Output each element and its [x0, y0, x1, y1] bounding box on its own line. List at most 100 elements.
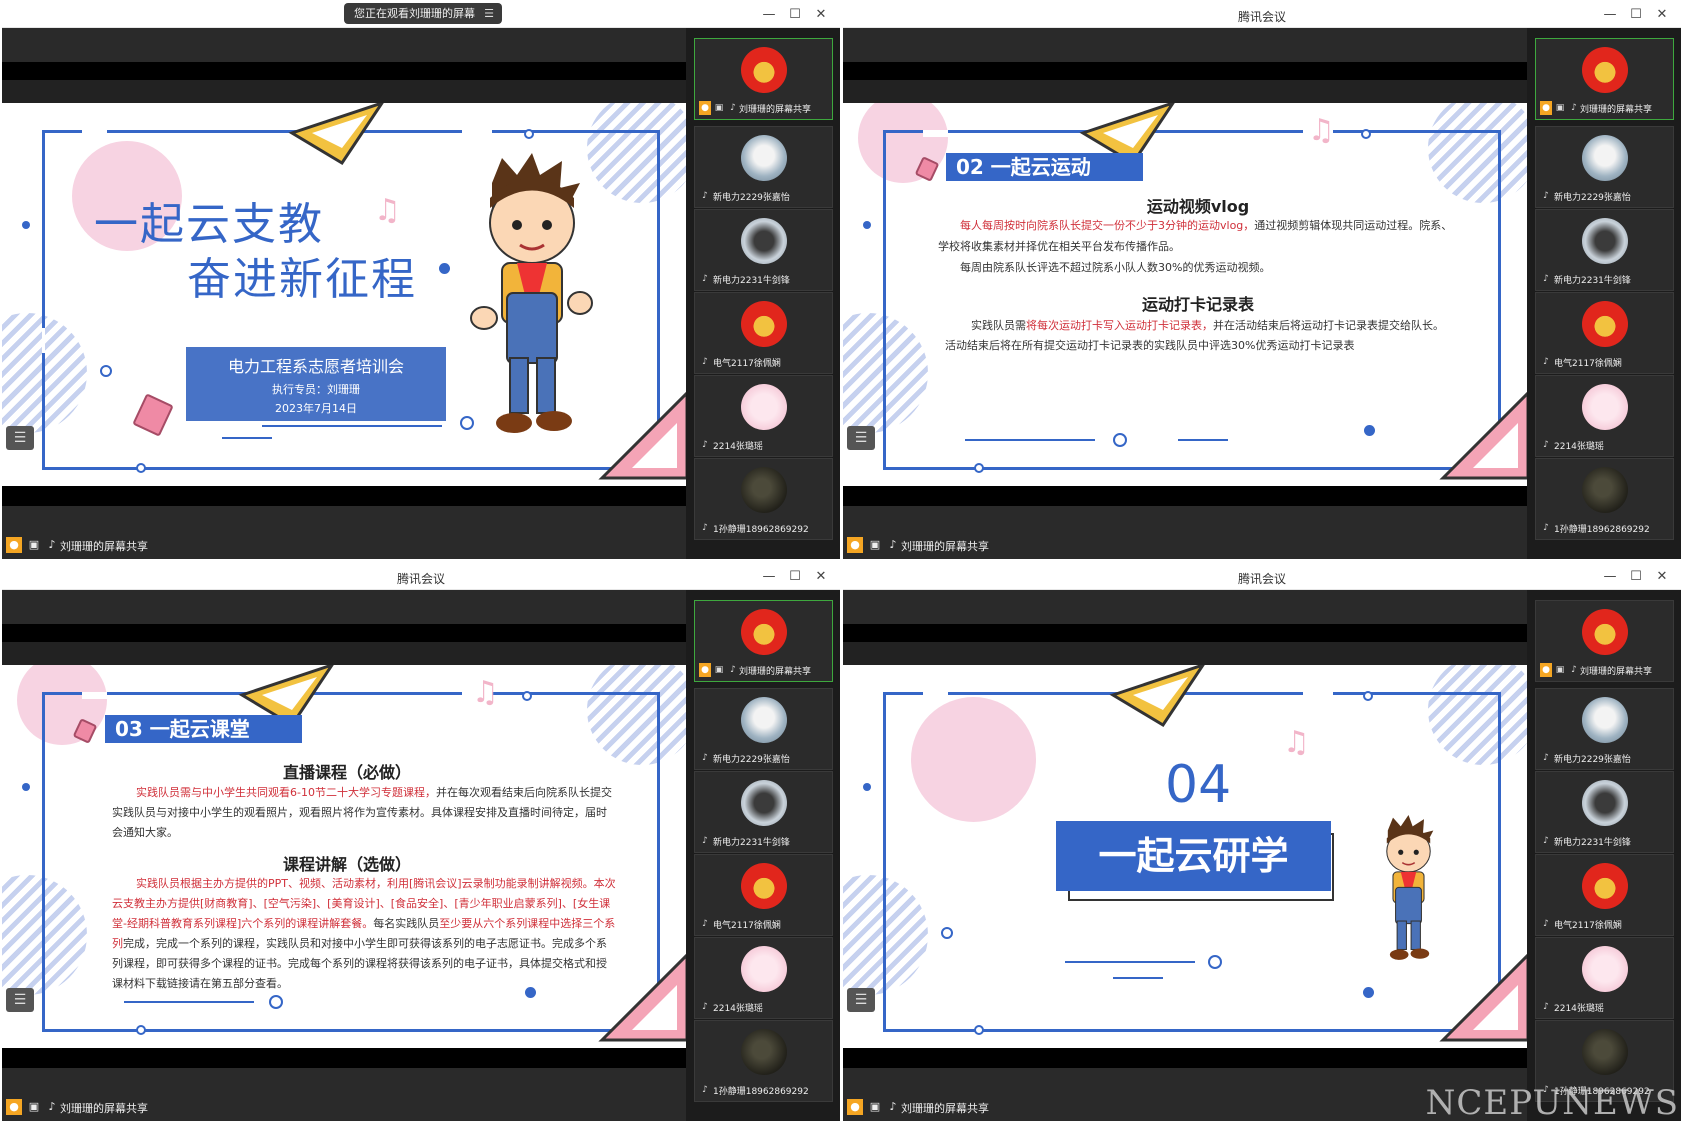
mic-icon: ♪	[1571, 103, 1577, 113]
participant-tile[interactable]: ♪ 新电力2231牛剑锋	[694, 209, 833, 291]
mic-icon[interactable]: ♪	[885, 1099, 901, 1115]
live-course-paragraph: 实践队员需与中小学生共同观看6-10节二十大学习专题课程，并在每次观看结束后向院…	[112, 786, 612, 839]
participant-tile[interactable]: ♪ 新电力2231牛剑锋	[1535, 209, 1674, 291]
participant-tile[interactable]: ♪ 新电力2229张嘉怡	[1535, 688, 1674, 770]
maximize-button[interactable]: ☐	[784, 5, 806, 25]
slide-cloud-study-tour: ♫ 04 一起云研学	[843, 665, 1527, 1048]
mist-avatar-icon	[741, 135, 787, 181]
subheading-course-lecture: 课程讲解（选做）	[282, 855, 411, 874]
mic-icon: ♪	[730, 665, 736, 675]
status-text: 刘珊珊的屏幕共享	[901, 1102, 989, 1115]
person-icon: ●	[699, 663, 711, 677]
participant-tile[interactable]: ♪ 1孙静珊18962869292	[1535, 458, 1674, 540]
status-bar: ● ▣ ♪ 刘珊珊的屏幕共享	[843, 532, 1527, 558]
participant-tile[interactable]: ♪ 2214张璐瑶	[1535, 375, 1674, 457]
mic-icon: ♪	[702, 753, 708, 763]
pill-menu-icon[interactable]: ☰	[484, 3, 494, 24]
minimize-button[interactable]: —	[758, 567, 780, 587]
participant-tile[interactable]: ♪ 新电力2229张嘉怡	[694, 126, 833, 208]
music-note-icon: ♫	[1283, 725, 1310, 760]
participant-tile[interactable]: ● ▣ ♪ 刘珊珊的屏幕共享	[1535, 600, 1674, 682]
maximize-button[interactable]: ☐	[1625, 567, 1647, 587]
minimize-button[interactable]: —	[1599, 567, 1621, 587]
cartoon-boy-illustration	[470, 153, 593, 433]
yellow-triangle-decoration	[288, 103, 384, 166]
youth-league-badge-icon	[1582, 609, 1628, 655]
participant-sidebar: ● ▣ ♪ 刘珊珊的屏幕共享 ♪ 新电力2229张嘉怡 ♪ 新电力2231牛剑锋…	[688, 590, 838, 1121]
list-icon[interactable]: ☰	[847, 426, 875, 450]
screen-share-icon: ▣	[869, 538, 881, 551]
pink-triangle-decoration	[598, 391, 686, 480]
participant-name: 刘珊珊的屏幕共享	[1580, 105, 1653, 115]
close-button[interactable]: ✕	[810, 567, 832, 587]
subheading-checkin: 运动打卡记录表	[1141, 295, 1254, 314]
minimize-button[interactable]: —	[758, 5, 780, 25]
mic-icon: ♪	[1543, 1002, 1549, 1012]
participant-name: 新电力2229张嘉怡	[1554, 193, 1631, 203]
participant-tile[interactable]: ♪ 2214张璐瑶	[1535, 937, 1674, 1019]
participant-name: 2214张璐瑶	[713, 442, 763, 452]
participant-tile[interactable]: ♪ 2214张璐瑶	[694, 375, 833, 457]
mist-avatar-icon	[1582, 135, 1628, 181]
list-icon[interactable]: ☰	[6, 988, 34, 1012]
participant-tile[interactable]: ♪ 电气2117徐佩娴	[694, 854, 833, 936]
participant-name: 2214张璐瑶	[713, 1004, 763, 1014]
mic-icon: ♪	[702, 1002, 708, 1012]
participant-tile[interactable]: ♪ 1孙静珊18962869292	[694, 1020, 833, 1102]
section-title: 一起云研学	[1056, 821, 1331, 891]
participant-name: 新电力2229张嘉怡	[1554, 755, 1631, 765]
participant-tile[interactable]: ♪ 电气2117徐佩娴	[1535, 292, 1674, 374]
participant-sidebar: ● ▣ ♪ 刘珊珊的屏幕共享 ♪ 新电力2229张嘉怡 ♪ 新电力2231牛剑锋…	[688, 28, 838, 559]
participant-tile[interactable]: ♪ 2214张璐瑶	[694, 937, 833, 1019]
participant-tile[interactable]: ♪ 1孙静珊18962869292	[694, 458, 833, 540]
meeting-window-2: 腾讯会议 — ☐ ✕ ♫ 02 一起云运动 运动视频vlog 每人每周按时向院系…	[843, 2, 1681, 559]
screen-share-icon: ▣	[28, 538, 40, 551]
minimize-button[interactable]: —	[1599, 5, 1621, 25]
list-icon[interactable]: ☰	[847, 988, 875, 1012]
participant-tile[interactable]: ♪ 新电力2231牛剑锋	[694, 771, 833, 853]
close-button[interactable]: ✕	[1651, 567, 1673, 587]
youth-league-badge-icon	[1582, 301, 1628, 347]
participant-name: 2214张璐瑶	[1554, 442, 1604, 452]
list-icon[interactable]: ☰	[6, 426, 34, 450]
shared-screen-stage: ♫ 04 一起云研学 ☰	[843, 590, 1527, 1121]
close-button[interactable]: ✕	[810, 5, 832, 25]
share-pill-text: 您正在观看刘珊珊的屏幕	[354, 7, 475, 20]
participant-tile[interactable]: ♪ 新电力2231牛剑锋	[1535, 771, 1674, 853]
mic-icon: ♪	[702, 440, 708, 450]
participant-name: 2214张璐瑶	[1554, 1004, 1604, 1014]
participant-tile[interactable]: ♪ 新电力2229张嘉怡	[1535, 126, 1674, 208]
mic-icon: ♪	[702, 191, 708, 201]
youth-league-badge-icon	[1582, 47, 1628, 93]
dark-avatar-icon	[1582, 1029, 1628, 1075]
close-button[interactable]: ✕	[1651, 5, 1673, 25]
mic-icon[interactable]: ♪	[44, 1099, 60, 1115]
status-text: 刘珊珊的屏幕共享	[901, 540, 989, 553]
mic-icon[interactable]: ♪	[44, 537, 60, 553]
cover-title-line2: 奋进新征程	[187, 254, 417, 305]
maximize-button[interactable]: ☐	[784, 567, 806, 587]
participant-name: 电气2117徐佩娴	[1554, 359, 1622, 369]
participant-sidebar: ● ▣ ♪ 刘珊珊的屏幕共享 ♪ 新电力2229张嘉怡 ♪ 新电力2231牛剑锋…	[1529, 590, 1679, 1121]
mic-icon: ♪	[1543, 523, 1549, 533]
slide-cloud-sports: ♫ 02 一起云运动 运动视频vlog 每人每周按时向院系队长提交一份不少于3分…	[843, 103, 1527, 486]
window-title: 腾讯会议	[1237, 10, 1286, 24]
mic-icon[interactable]: ♪	[885, 537, 901, 553]
participant-name: 1孙静珊18962869292	[713, 525, 808, 535]
mic-icon: ♪	[730, 103, 736, 113]
mic-icon: ♪	[1543, 357, 1549, 367]
participant-tile[interactable]: ● ▣ ♪ 刘珊珊的屏幕共享	[694, 600, 833, 682]
mic-icon: ♪	[702, 919, 708, 929]
pink-triangle-decoration	[1439, 953, 1527, 1042]
window-title: 腾讯会议	[1237, 572, 1286, 586]
mic-icon: ♪	[1543, 753, 1549, 763]
maximize-button[interactable]: ☐	[1625, 5, 1647, 25]
participant-tile[interactable]: ♪ 新电力2229张嘉怡	[694, 688, 833, 770]
title-bar: 腾讯会议 — ☐ ✕	[2, 564, 840, 590]
participant-tile[interactable]: ● ▣ ♪ 刘珊珊的屏幕共享	[1535, 38, 1674, 120]
participant-tile[interactable]: ♪ 电气2117徐佩娴	[694, 292, 833, 374]
viewing-share-pill[interactable]: 您正在观看刘珊珊的屏幕 ☰	[344, 3, 502, 24]
participant-name: 刘珊珊的屏幕共享	[739, 667, 812, 677]
participant-tile[interactable]: ● ▣ ♪ 刘珊珊的屏幕共享	[694, 38, 833, 120]
participant-tile[interactable]: ♪ 电气2117徐佩娴	[1535, 854, 1674, 936]
